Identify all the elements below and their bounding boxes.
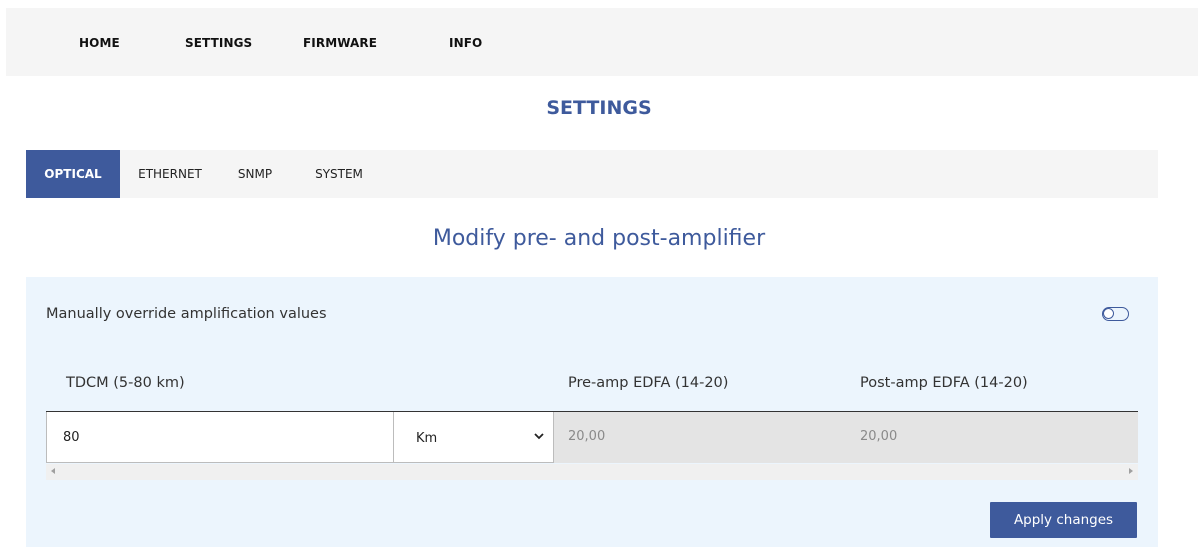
tab-system[interactable]: SYSTEM	[308, 150, 370, 198]
tab-optical[interactable]: OPTICAL	[26, 150, 120, 198]
tdcm-input[interactable]	[46, 412, 394, 463]
table-row: Km 20,00 20,00	[46, 411, 1138, 464]
column-header-post-amp: Post-amp EDFA (14-20)	[860, 375, 1028, 391]
pre-amp-value: 20,00	[554, 412, 846, 463]
scroll-left-icon[interactable]	[51, 468, 55, 474]
nav-home[interactable]: HOME	[79, 36, 120, 50]
nav-settings[interactable]: SETTINGS	[185, 36, 252, 50]
post-amp-value: 20,00	[846, 412, 1138, 463]
nav-firmware[interactable]: FIRMWARE	[303, 36, 377, 50]
column-header-tdcm: TDCM (5-80 km)	[66, 375, 185, 391]
settings-tabs: OPTICAL ETHERNET SNMP SYSTEM	[26, 150, 1158, 198]
section-heading: Modify pre- and post-amplifier	[432, 226, 766, 251]
column-header-pre-amp: Pre-amp EDFA (14-20)	[568, 375, 729, 391]
unit-select-value: Km	[416, 431, 438, 446]
override-toggle[interactable]	[1102, 307, 1129, 321]
apply-changes-button[interactable]: Apply changes	[990, 502, 1137, 538]
toggle-knob	[1103, 308, 1114, 319]
top-navigation: HOME SETTINGS FIRMWARE INFO	[6, 8, 1198, 76]
nav-info[interactable]: INFO	[449, 36, 482, 50]
tab-snmp[interactable]: SNMP	[232, 150, 278, 198]
override-label: Manually override amplification values	[46, 306, 327, 322]
tab-ethernet[interactable]: ETHERNET	[134, 150, 206, 198]
chevron-down-icon	[534, 433, 544, 440]
horizontal-scrollbar[interactable]	[46, 464, 1138, 480]
page-title: SETTINGS	[546, 97, 652, 119]
scroll-right-icon[interactable]	[1129, 468, 1133, 474]
amplifier-settings-panel: Manually override amplification values T…	[26, 277, 1158, 547]
unit-select[interactable]: Km	[394, 412, 554, 463]
